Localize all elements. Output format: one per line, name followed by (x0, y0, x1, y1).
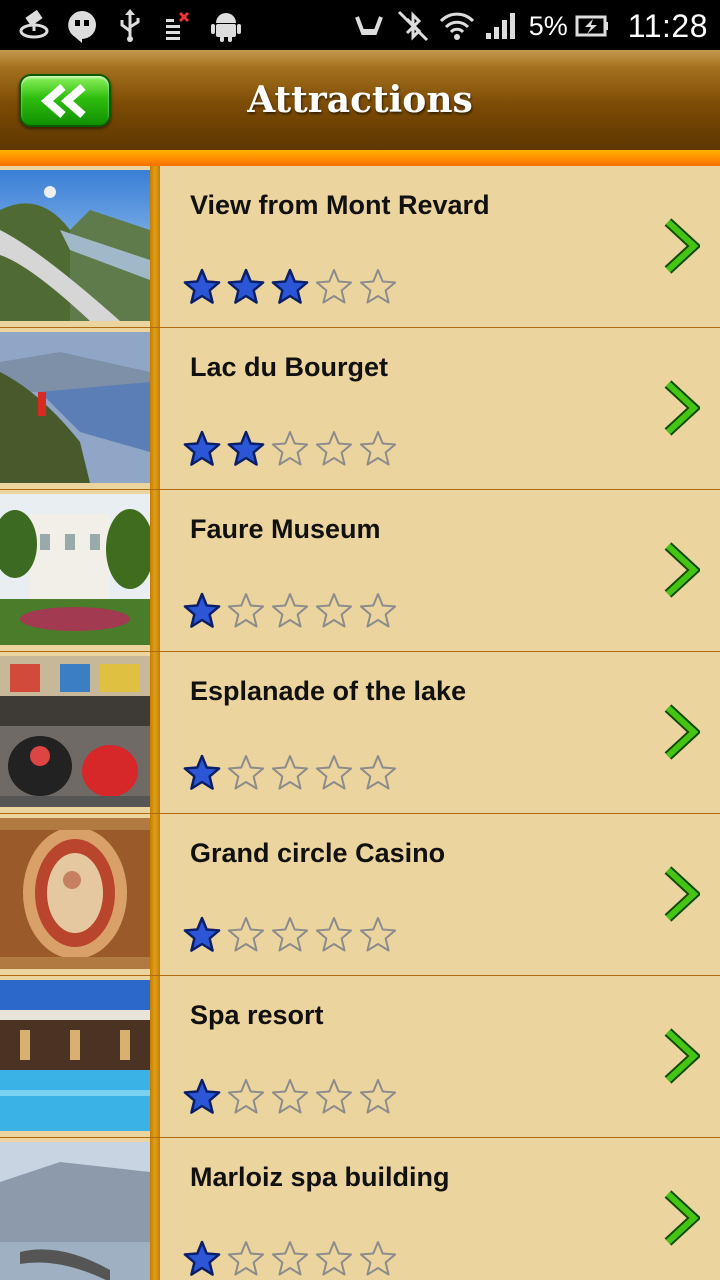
chevron-right-icon[interactable] (664, 866, 700, 922)
star-empty-icon (359, 1079, 397, 1114)
row-accent-bar (150, 166, 160, 327)
attraction-title: View from Mont Revard (190, 190, 490, 220)
star-rating (181, 266, 401, 308)
usb-icon (110, 8, 150, 44)
list-item-attraction[interactable]: Spa resort (0, 976, 720, 1138)
star-empty-icon (315, 755, 353, 790)
gps-icon (14, 8, 54, 44)
star-filled-icon (183, 268, 221, 304)
star-empty-icon (315, 917, 353, 952)
row-accent-bar (150, 490, 160, 651)
bluetooth-off-icon (393, 8, 433, 44)
back-button[interactable] (19, 74, 111, 127)
star-empty-icon (359, 593, 397, 628)
list-item-attraction[interactable]: Marloiz spa building (0, 1138, 720, 1280)
attraction-thumbnail (0, 980, 150, 1131)
list-item-attraction[interactable]: Grand circle Casino (0, 814, 720, 976)
list-item-attraction[interactable]: View from Mont Revard (0, 166, 720, 328)
chevron-right-icon[interactable] (664, 218, 700, 274)
star-rating (181, 752, 401, 794)
star-filled-icon (183, 916, 221, 952)
attractions-list[interactable]: View from Mont Revard Lac du Bourget Fau… (0, 166, 720, 1280)
row-accent-bar (150, 1138, 160, 1280)
attraction-title: Faure Museum (190, 514, 381, 544)
chevron-right-icon[interactable] (664, 704, 700, 760)
star-empty-icon (271, 755, 309, 790)
star-rating (181, 1238, 401, 1280)
attraction-thumbnail (0, 332, 150, 483)
attraction-title: Spa resort (190, 1000, 324, 1030)
star-filled-icon (227, 430, 265, 466)
status-left-icons (14, 6, 254, 46)
star-empty-icon (315, 1079, 353, 1114)
star-filled-icon (183, 592, 221, 628)
star-empty-icon (359, 269, 397, 304)
row-accent-bar (150, 652, 160, 813)
star-empty-icon (359, 1241, 397, 1276)
row-accent-bar (150, 814, 160, 975)
star-empty-icon (359, 917, 397, 952)
star-rating (181, 590, 401, 632)
row-accent-bar (150, 976, 160, 1137)
sim-error-icon (158, 8, 198, 44)
attraction-title: Lac du Bourget (190, 352, 389, 382)
row-accent-bar (150, 328, 160, 489)
status-bar: 5% 11:28 (0, 0, 720, 50)
star-empty-icon (271, 917, 309, 952)
list-item-attraction[interactable]: Esplanade of the lake (0, 652, 720, 814)
signal-icon (481, 8, 521, 44)
star-empty-icon (227, 593, 265, 628)
vibrate-icon (349, 8, 389, 44)
star-empty-icon (271, 1079, 309, 1114)
chevron-right-icon[interactable] (664, 542, 700, 598)
star-empty-icon (315, 269, 353, 304)
attraction-thumbnail (0, 818, 150, 969)
star-empty-icon (315, 1241, 353, 1276)
star-empty-icon (271, 431, 309, 466)
attraction-thumbnail (0, 494, 150, 645)
status-clock: 11:28 (627, 7, 708, 44)
star-empty-icon (359, 431, 397, 466)
status-right-icons: 5% 11:28 (345, 6, 708, 46)
list-item-attraction[interactable]: Faure Museum (0, 490, 720, 652)
star-filled-icon (271, 268, 309, 304)
attraction-thumbnail (0, 656, 150, 807)
attraction-title: Grand circle Casino (190, 838, 446, 868)
header-accent-strip (0, 150, 720, 166)
star-empty-icon (315, 431, 353, 466)
hangouts-icon (62, 8, 102, 44)
chevron-right-icon[interactable] (664, 380, 700, 436)
star-filled-icon (183, 430, 221, 466)
attraction-title: Esplanade of the lake (190, 676, 467, 706)
star-filled-icon (183, 1240, 221, 1276)
attraction-title: Marloiz spa building (190, 1162, 450, 1192)
chevron-right-icon[interactable] (664, 1190, 700, 1246)
battery-charging-icon (572, 8, 612, 44)
star-empty-icon (359, 755, 397, 790)
title-bar: Attractions (0, 50, 720, 150)
chevron-right-icon[interactable] (664, 1028, 700, 1084)
android-icon (206, 8, 246, 44)
star-empty-icon (227, 755, 265, 790)
star-filled-icon (183, 754, 221, 790)
attraction-thumbnail (0, 1142, 150, 1280)
star-rating (181, 914, 401, 956)
star-empty-icon (315, 593, 353, 628)
star-empty-icon (271, 593, 309, 628)
list-item-attraction[interactable]: Lac du Bourget (0, 328, 720, 490)
star-empty-icon (227, 917, 265, 952)
star-rating (181, 1076, 401, 1118)
wifi-icon (437, 8, 477, 44)
star-empty-icon (271, 1241, 309, 1276)
attraction-thumbnail (0, 170, 150, 321)
star-filled-icon (227, 268, 265, 304)
battery-percent: 5% (528, 10, 568, 41)
star-rating (181, 428, 401, 470)
star-empty-icon (227, 1079, 265, 1114)
double-chevron-left-icon (40, 83, 86, 118)
star-filled-icon (183, 1078, 221, 1114)
star-empty-icon (227, 1241, 265, 1276)
